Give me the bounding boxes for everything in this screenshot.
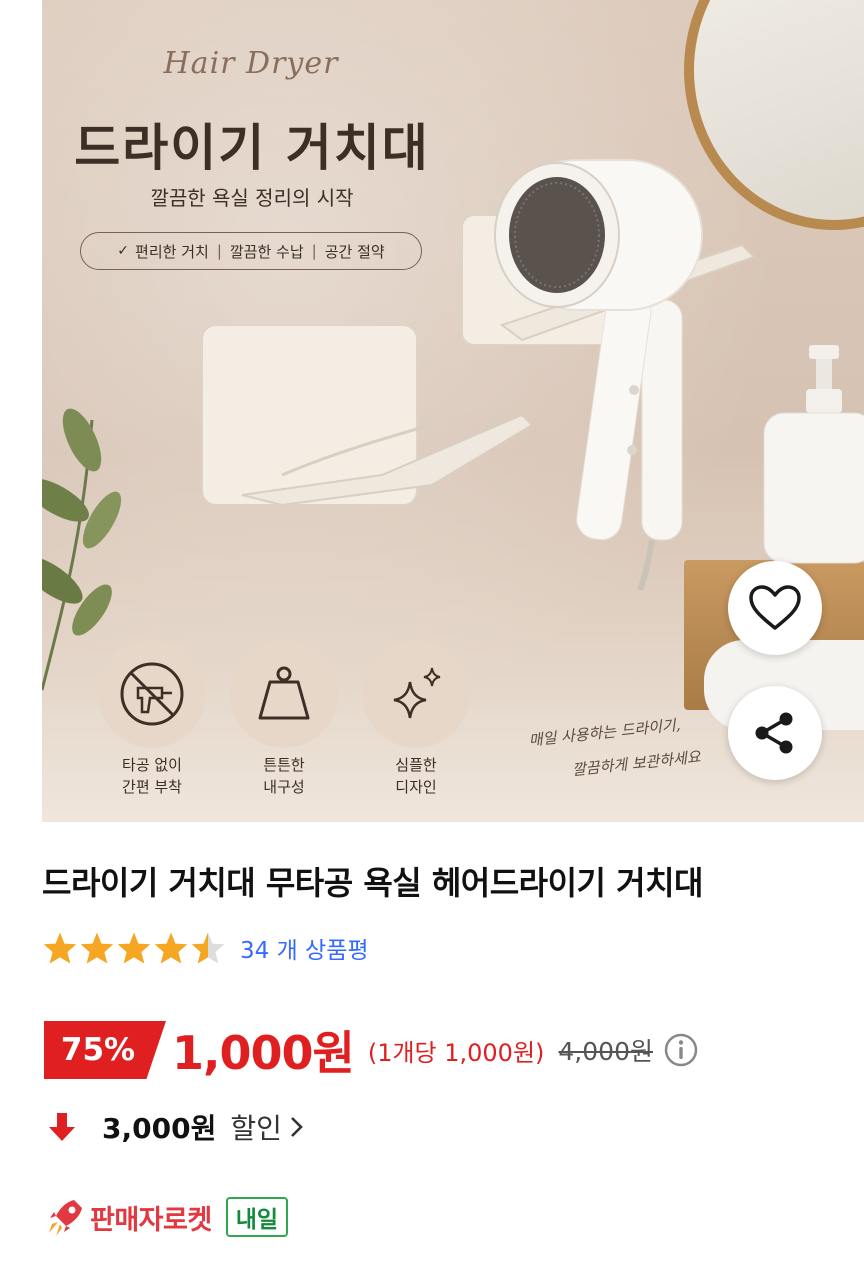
share-icon: [755, 712, 793, 754]
unit-price: (1개당 1,000원): [367, 1038, 545, 1067]
feature-caption: 튼튼한 내구성: [219, 754, 349, 798]
review-count-link[interactable]: 34 개 상품평: [240, 931, 369, 965]
wishlist-button[interactable]: [728, 561, 822, 655]
rocket-delivery-label: 판매자로켓: [90, 1204, 212, 1236]
price-row: 75% 1,000원 (1개당 1,000원) 4,000원: [44, 1020, 699, 1080]
chevron-right-icon: [288, 1113, 306, 1141]
divider: |: [216, 242, 222, 260]
arrow-down-icon: [49, 1113, 75, 1141]
weight-icon: [258, 666, 310, 720]
rating-row[interactable]: 34 개 상품평: [42, 928, 369, 968]
image-main-title: 드라이기 거치대: [74, 119, 430, 177]
coupon-label: 할인: [230, 1112, 282, 1145]
star-full-icon: [154, 932, 188, 964]
caption-line: 심플한: [395, 756, 437, 774]
feature-circle-sparkle: [362, 640, 470, 748]
price-info-button[interactable]: [663, 1032, 699, 1068]
image-subtitle: 깔끔한 욕실 정리의 시작: [150, 186, 354, 210]
arrival-badge: 내일: [225, 1197, 289, 1237]
coupon-row[interactable]: 3,000원 할인: [44, 1104, 306, 1150]
feature-item: 깔끔한 수납: [229, 242, 304, 261]
feature-pill: ✓ 편리한 거치 | 깔끔한 수납 | 공간 절약: [80, 232, 422, 270]
caption-line: 튼튼한: [263, 756, 305, 774]
feature-circle-no-drill: [98, 640, 206, 748]
sale-price: 1,000원: [172, 1026, 355, 1080]
product-image[interactable]: Hair Dryer 드라이기 거치대 깔끔한 욕실 정리의 시작 ✓ 편리한 …: [42, 0, 864, 822]
feature-circle-weight: [230, 640, 338, 748]
star-full-icon: [43, 932, 77, 964]
no-drill-icon: [120, 662, 184, 726]
info-icon: [664, 1033, 698, 1067]
sparkle-icon: [393, 667, 441, 719]
rocket-icon: [49, 1200, 82, 1236]
heart-icon: [749, 585, 801, 630]
feature-caption: 타공 없이 간편 부착: [87, 754, 217, 798]
caption-line: 간편 부착: [122, 778, 182, 796]
caption-line: 타공 없이: [122, 756, 182, 774]
caption-line: 내구성: [263, 778, 305, 796]
feature-caption: 심플한 디자인: [351, 754, 481, 798]
delivery-row: 판매자로켓 내일: [44, 1196, 289, 1238]
share-button[interactable]: [728, 686, 822, 780]
discount-badge: 75%: [44, 1021, 166, 1079]
caption-line: 디자인: [395, 778, 437, 796]
bottle-decoration: [763, 345, 864, 564]
hair-dryer-illustration: [494, 159, 703, 590]
star-rating: [42, 931, 226, 965]
star-full-icon: [117, 932, 151, 964]
star-full-icon: [80, 932, 114, 964]
original-price: 4,000원: [558, 1037, 653, 1066]
feature-item: 공간 절약: [324, 242, 385, 261]
check-icon: ✓: [117, 243, 130, 259]
product-title: 드라이기 거치대 무타공 욕실 헤어드라이기 거치대: [42, 864, 703, 902]
feature-item: 편리한 거치: [135, 242, 209, 261]
star-half-icon: [191, 932, 225, 964]
coupon-amount: 3,000원: [102, 1112, 217, 1145]
divider: |: [311, 242, 317, 260]
script-title: Hair Dryer: [163, 46, 339, 81]
